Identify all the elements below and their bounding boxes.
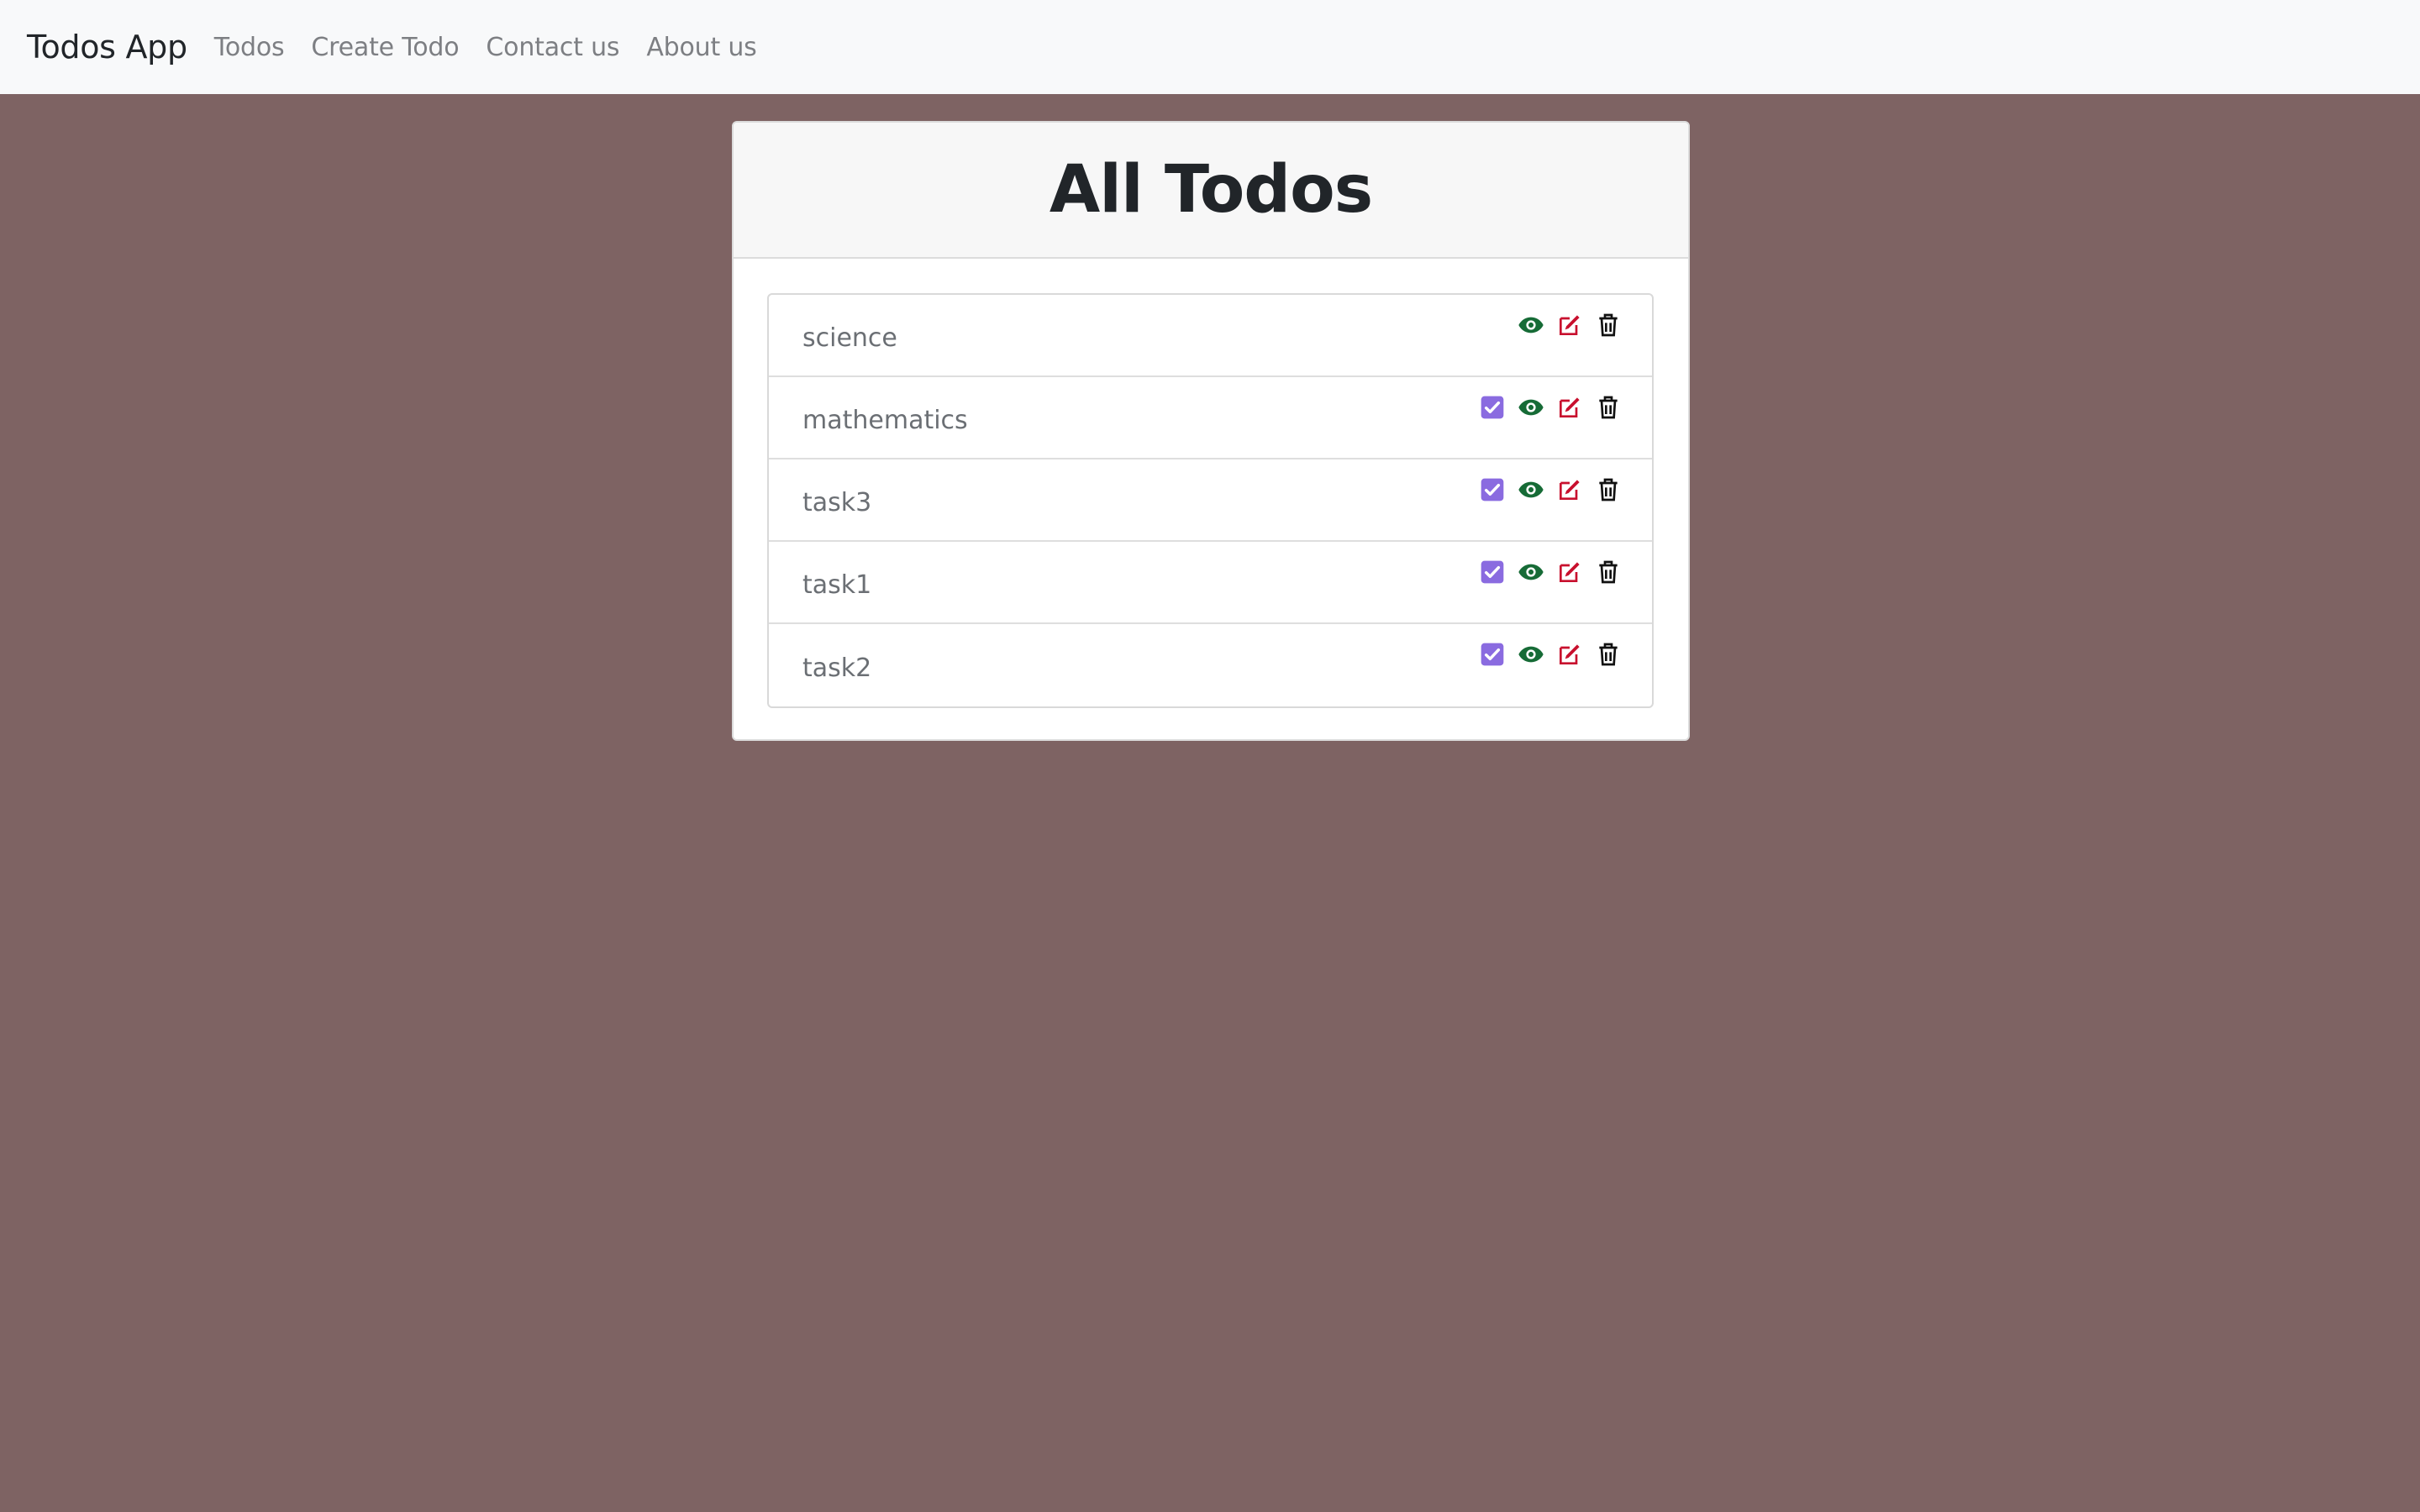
top-navbar: Todos App Todos Create Todo Contact us A…: [0, 0, 2420, 94]
check-square-icon[interactable]: [1479, 476, 1506, 503]
trash-icon[interactable]: [1595, 476, 1622, 503]
todo-actions: [1479, 476, 1622, 503]
edit-icon[interactable]: [1556, 312, 1583, 339]
eye-icon[interactable]: [1518, 394, 1544, 421]
edit-icon[interactable]: [1556, 394, 1583, 421]
eye-icon[interactable]: [1518, 312, 1544, 339]
brand-link[interactable]: Todos App: [27, 29, 187, 66]
todo-actions: [1479, 559, 1622, 585]
todo-title: task3: [802, 487, 872, 517]
todo-title: mathematics: [802, 405, 968, 435]
todo-item-4: task2: [769, 624, 1652, 706]
edit-icon[interactable]: [1556, 559, 1583, 585]
todo-item-2: task3: [769, 459, 1652, 542]
todo-actions: [1518, 312, 1622, 339]
check-square-icon[interactable]: [1479, 394, 1506, 421]
todo-title: science: [802, 323, 897, 353]
todos-card: All Todos science mathematics task3 task…: [732, 121, 1690, 741]
edit-icon[interactable]: [1556, 476, 1583, 503]
todo-title: task1: [802, 570, 872, 600]
todo-actions: [1479, 641, 1622, 668]
nav-link-contact-us[interactable]: Contact us: [486, 33, 619, 62]
card-header: All Todos: [734, 123, 1688, 259]
eye-icon[interactable]: [1518, 476, 1544, 503]
todo-item-1: mathematics: [769, 377, 1652, 459]
page-title: All Todos: [1049, 152, 1373, 228]
todo-list: science mathematics task3 task1 task2: [767, 293, 1654, 708]
trash-icon[interactable]: [1595, 641, 1622, 668]
nav-link-todos[interactable]: Todos: [214, 33, 285, 62]
todo-item-0: science: [769, 295, 1652, 377]
todo-title: task2: [802, 653, 872, 683]
edit-icon[interactable]: [1556, 641, 1583, 668]
trash-icon[interactable]: [1595, 559, 1622, 585]
nav-link-create-todo[interactable]: Create Todo: [311, 33, 459, 62]
trash-icon[interactable]: [1595, 312, 1622, 339]
eye-icon[interactable]: [1518, 641, 1544, 668]
eye-icon[interactable]: [1518, 559, 1544, 585]
trash-icon[interactable]: [1595, 394, 1622, 421]
todo-item-3: task1: [769, 542, 1652, 624]
nav-link-about-us[interactable]: About us: [646, 33, 756, 62]
check-square-icon[interactable]: [1479, 641, 1506, 668]
todo-actions: [1479, 394, 1622, 421]
check-square-icon[interactable]: [1479, 559, 1506, 585]
